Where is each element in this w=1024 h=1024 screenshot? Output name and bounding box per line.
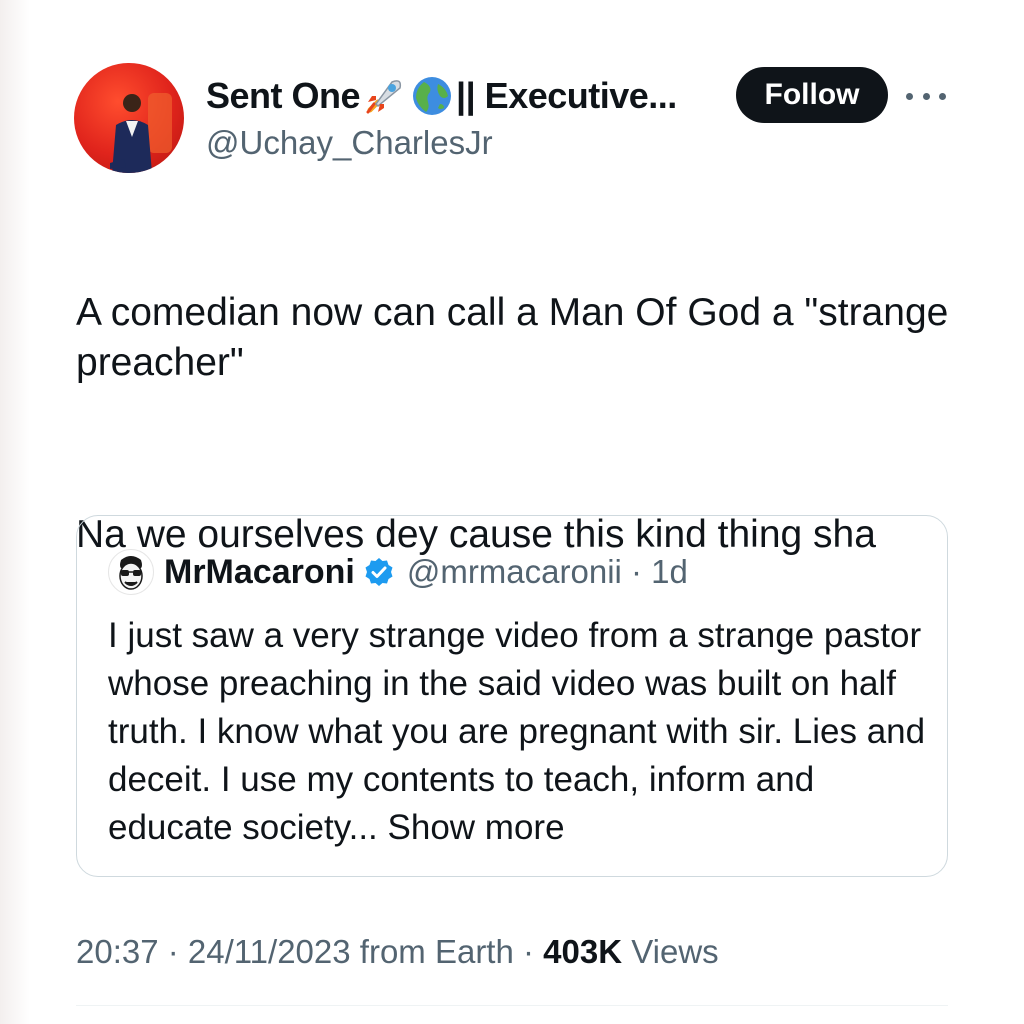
tweet-paragraph-1: A comedian now can call a Man Of God a "… [76, 291, 949, 384]
views-label: Views [631, 933, 719, 970]
dot [906, 92, 913, 100]
quoted-handle-time[interactable]: @mrmacaronii · 1d [407, 553, 688, 591]
author-handle[interactable]: @Uchay_CharlesJr [206, 124, 493, 162]
more-options-icon[interactable] [906, 84, 946, 108]
quoted-tweet-header: MrMacaroni @mrmacaronii · 1d [164, 550, 688, 594]
author-avatar[interactable] [74, 63, 184, 173]
globe-icon [410, 74, 454, 118]
dot [922, 92, 930, 100]
cartoon-face-icon [119, 556, 143, 590]
dot [939, 92, 946, 100]
display-name-prefix: Sent One [206, 75, 361, 116]
avatar-person-icon [110, 93, 172, 173]
quoted-author-avatar[interactable] [108, 549, 154, 595]
divider [76, 1005, 948, 1006]
author-display-name[interactable]: Sent One || Executive... [206, 74, 677, 118]
quoted-tweet-body: I just saw a very strange video from a s… [108, 612, 928, 852]
verified-badge-icon [363, 556, 395, 588]
rocket-icon [362, 74, 406, 118]
views-count: 403K [543, 933, 623, 970]
follow-button[interactable]: Follow [736, 67, 888, 123]
timestamp-source[interactable]: 20:37 · 24/11/2023 from Earth · [76, 933, 543, 970]
quoted-author-name[interactable]: MrMacaroni [164, 553, 355, 592]
display-name-suffix: || Executive... [456, 75, 677, 116]
show-more-link[interactable]: Show more [388, 808, 565, 847]
edge-shadow [0, 0, 30, 1024]
tweet-metadata: 20:37 · 24/11/2023 from Earth · 403K Vie… [76, 933, 719, 971]
